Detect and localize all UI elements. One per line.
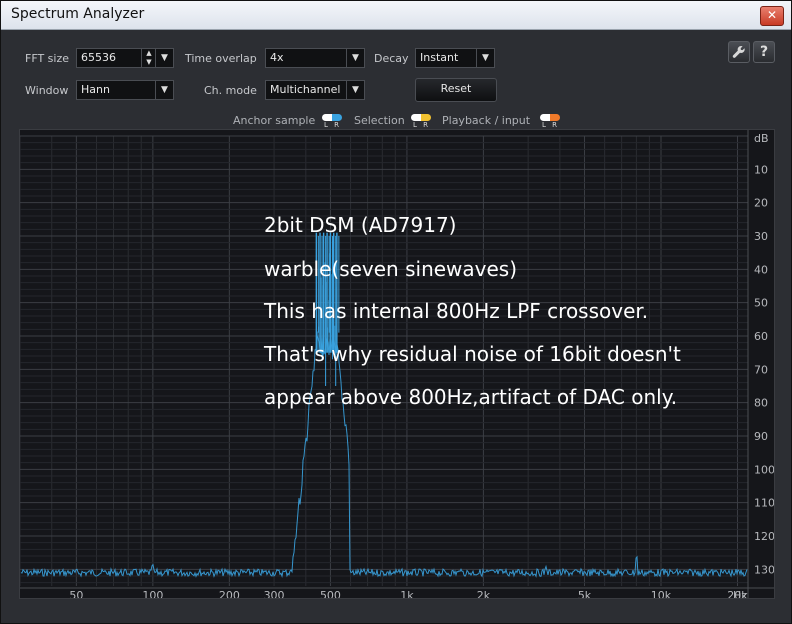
decay-value: Instant xyxy=(420,51,459,64)
annotation-line-2: warble(seven sinewaves) xyxy=(264,257,518,281)
time-overlap-select[interactable]: 4x ▼ xyxy=(265,48,365,68)
y-tick-label: 20 xyxy=(754,197,768,210)
selection-lr-label: L R xyxy=(413,121,430,129)
y-tick-label: 120 xyxy=(754,530,774,543)
window-select[interactable]: Hann ▼ xyxy=(76,80,174,100)
chevron-down-icon[interactable]: ▼ xyxy=(155,81,173,99)
anchor-sample-label: Anchor sample xyxy=(233,114,316,127)
x-tick-label: 500 xyxy=(320,589,341,598)
y-tick-label: 30 xyxy=(754,230,768,243)
annotation-line-3: This has internal 800Hz LPF crossover. xyxy=(264,299,649,323)
window-label: Window xyxy=(25,84,69,97)
annotation-line-5: appear above 800Hz,artifact of DAC only. xyxy=(264,385,678,409)
wrench-icon xyxy=(732,45,745,58)
y-tick-label: 110 xyxy=(754,497,774,510)
reset-button[interactable]: Reset xyxy=(415,78,497,102)
x-tick-label: 1k xyxy=(400,589,414,598)
y-tick-label: 130 xyxy=(754,563,774,576)
title-bar[interactable]: Spectrum Analyzer ✕ xyxy=(1,1,791,30)
anchor-sample-swatch xyxy=(322,114,342,121)
annotation-line-4: That's why residual noise of 16bit doesn… xyxy=(264,342,681,366)
fft-size-label: FFT size xyxy=(25,52,70,65)
playback-lr-label: L R xyxy=(542,121,559,129)
y-tick-label: 100 xyxy=(754,463,774,476)
x-tick-label: 2k xyxy=(477,589,491,598)
fft-size-value: 65536 xyxy=(81,51,116,64)
x-tick-label: 10k xyxy=(651,589,672,598)
time-overlap-value: 4x xyxy=(270,51,284,64)
y-tick-label: 90 xyxy=(754,430,768,443)
decay-label: Decay xyxy=(374,52,409,65)
settings-button[interactable] xyxy=(728,41,750,63)
fft-size-select[interactable]: 65536 ▲ ▼ ▼ xyxy=(76,48,174,68)
ch-mode-label: Ch. mode xyxy=(204,84,257,97)
x-axis-unit: Hz xyxy=(733,589,747,598)
x-tick-label: 5k xyxy=(578,589,592,598)
y-tick-label: 40 xyxy=(754,263,768,276)
y-tick-label: 70 xyxy=(754,363,768,376)
decay-select[interactable]: Instant ▼ xyxy=(415,48,495,68)
chevron-down-icon[interactable]: ▼ xyxy=(346,81,364,99)
playback-input-label: Playback / input xyxy=(442,114,531,127)
y-tick-label: 50 xyxy=(754,297,768,310)
ch-mode-value: Multichannel xyxy=(270,83,341,96)
y-axis-unit: dB xyxy=(754,132,769,145)
y-tick-label: 80 xyxy=(754,397,768,410)
chevron-down-icon[interactable]: ▼ xyxy=(155,49,173,67)
y-tick-label: 60 xyxy=(754,330,768,343)
time-overlap-label: Time overlap xyxy=(185,52,257,65)
chevron-down-icon[interactable]: ▼ xyxy=(346,49,364,67)
playback-swatch xyxy=(540,114,560,121)
x-tick-label: 200 xyxy=(219,589,240,598)
annotation-line-1: 2bit DSM (AD7917) xyxy=(264,213,457,237)
fft-size-stepper[interactable]: ▲ ▼ xyxy=(141,49,156,67)
selection-label: Selection xyxy=(354,114,405,127)
anchor-lr-label: L R xyxy=(324,121,341,129)
window-title: Spectrum Analyzer xyxy=(11,6,145,22)
spectrum-analyzer-window: Spectrum Analyzer ✕ FFT size 65536 ▲ ▼ ▼ … xyxy=(0,0,792,624)
y-tick-label: 10 xyxy=(754,163,768,176)
close-button[interactable]: ✕ xyxy=(760,6,784,26)
help-button[interactable]: ? xyxy=(753,41,775,63)
selection-swatch xyxy=(411,114,431,121)
x-tick-label: 50 xyxy=(69,589,83,598)
chevron-down-icon[interactable]: ▼ xyxy=(476,49,494,67)
ch-mode-select[interactable]: Multichannel ▼ xyxy=(265,80,365,100)
x-tick-label: 100 xyxy=(142,589,163,598)
window-value: Hann xyxy=(81,83,110,96)
x-tick-label: 300 xyxy=(264,589,285,598)
